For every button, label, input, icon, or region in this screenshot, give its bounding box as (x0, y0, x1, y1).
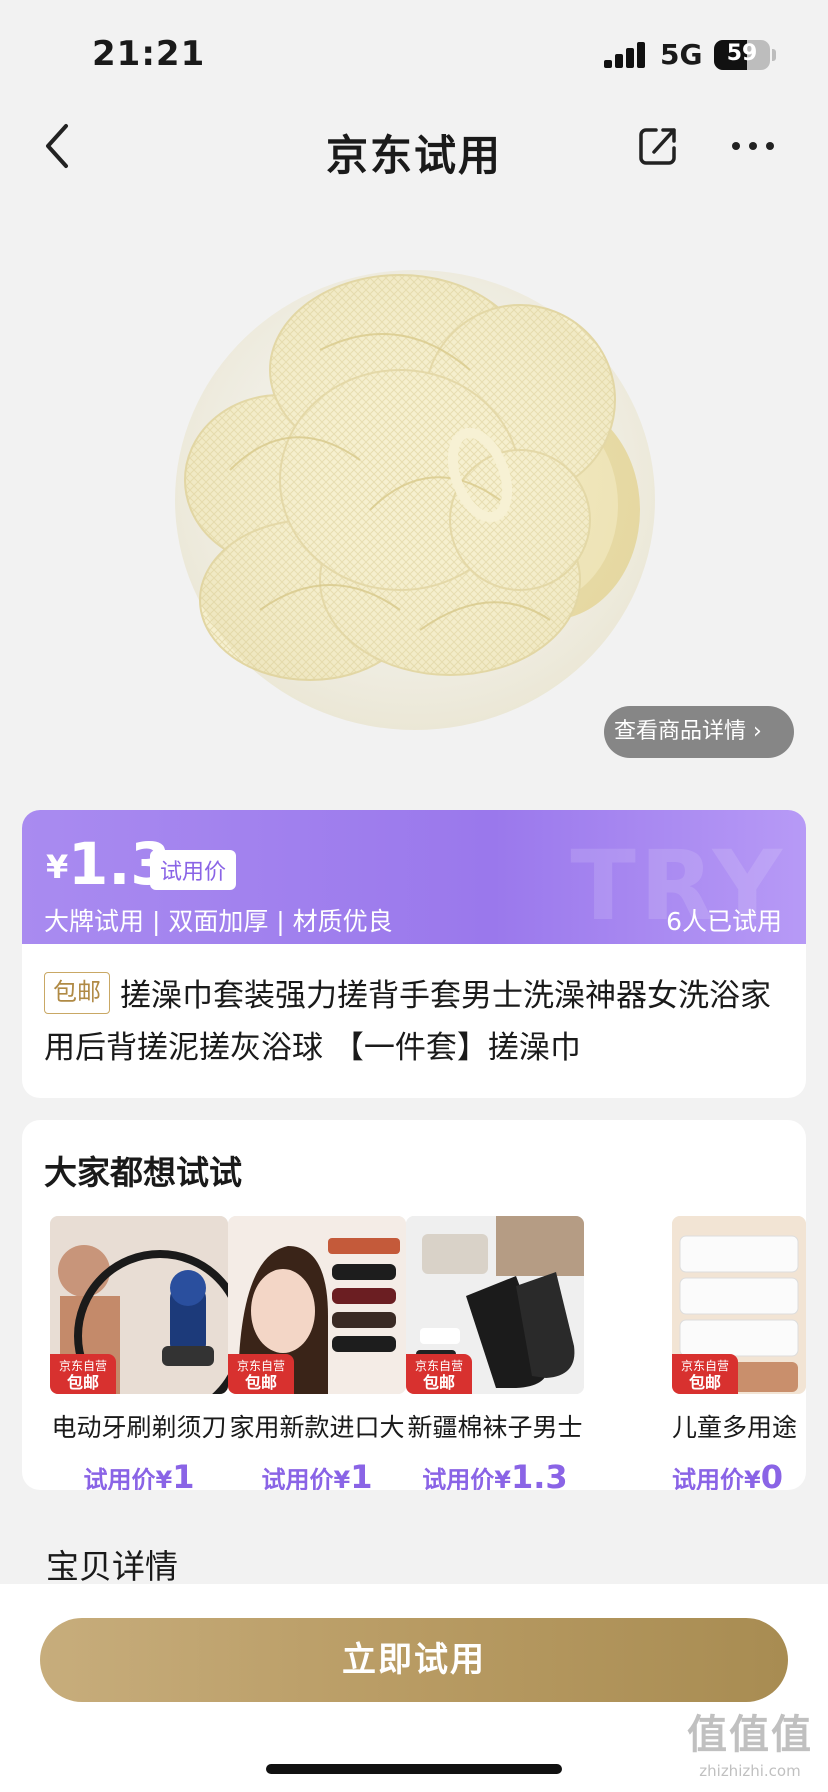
site-watermark-logo: 值值值 (687, 1712, 813, 1758)
tried-count: 6人已试用 (666, 907, 782, 936)
recommend-item-price: 试用价¥0 (672, 1458, 783, 1490)
more-icon[interactable] (728, 124, 778, 168)
status-time: 21:21 (92, 34, 206, 74)
recommend-item[interactable]: 京东自营 包邮 家用新款进口大 试用价¥1 (228, 1216, 406, 1490)
nav-bar: 京东试用 (0, 104, 828, 188)
price-header: TRY ¥ 1.3 试用价 大牌试用 | 双面加厚 | 材质优良 6人已试用 (22, 810, 806, 944)
recommend-item-name: 新疆棉袜子男士 (407, 1413, 583, 1442)
status-bar: 21:21 5G 59 (0, 0, 828, 100)
signal-icon (604, 42, 646, 68)
recommend-list: 京东自营 包邮 电动牙刷剃须刀 试用价¥1 京东自营 包邮 家用新款进口大 试用… (22, 1196, 806, 1490)
network-label: 5G (660, 38, 703, 71)
home-indicator (266, 1764, 562, 1774)
cotton-swab-image: 京东自营 包邮 (672, 1216, 806, 1394)
recommend-item-name: 儿童多用途 (672, 1413, 798, 1442)
bath-pouf-image (175, 270, 655, 730)
trial-price-tag: 试用价 (150, 850, 237, 890)
details-title: 宝贝详情 (46, 1547, 178, 1586)
badge: 京东自营 包邮 (672, 1354, 738, 1394)
free-shipping-badge: 包邮 (44, 972, 110, 1014)
recommend-item-name: 家用新款进口大 (229, 1413, 405, 1442)
recommend-item-price: 试用价¥1 (83, 1458, 195, 1490)
view-detail-button[interactable]: 查看商品详情 › (604, 706, 794, 758)
battery-icon: 59 (714, 40, 770, 70)
recommend-item-name: 电动牙刷剃须刀 (51, 1413, 227, 1442)
recommend-section: 大家都想试试 京东自营 包邮 电动牙刷剃须刀 试用价¥1 京东自营 包邮 家用新… (22, 1120, 806, 1490)
bottom-bar: 立即试用 值值值 zhizhizhi.com (0, 1584, 828, 1792)
product-title-row: 包邮 搓澡巾套装强力搓背手套男士洗澡神器女洗浴家用后背搓泥搓灰浴球 【一件套】搓澡… (22, 944, 806, 1074)
shaver-image: 京东自营 包邮 (50, 1216, 228, 1394)
battery-tip (772, 49, 776, 61)
battery-level: 59 (726, 41, 758, 66)
recommend-item[interactable]: 京东自营 包邮 儿童多用途 试用价¥0 (672, 1216, 806, 1490)
badge: 京东自营 包邮 (228, 1354, 294, 1394)
feature-list: 大牌试用 | 双面加厚 | 材质优良 (44, 907, 393, 936)
site-watermark-url: zhizhizhi.com (699, 1762, 801, 1780)
price-card: TRY ¥ 1.3 试用价 大牌试用 | 双面加厚 | 材质优良 6人已试用 包… (22, 810, 806, 1098)
hair-clip-image: 京东自营 包邮 (228, 1216, 406, 1394)
socks-image: 京东自营 包邮 (406, 1216, 584, 1394)
badge: 京东自营 包邮 (50, 1354, 116, 1394)
recommend-title: 大家都想试试 (44, 1153, 242, 1192)
product-title: 搓澡巾套装强力搓背手套男士洗澡神器女洗浴家用后背搓泥搓灰浴球 【一件套】搓澡巾 (44, 978, 771, 1066)
site-watermark: 值值值 zhizhizhi.com (676, 1702, 824, 1780)
page-title: 京东试用 (325, 131, 502, 180)
recommend-item[interactable]: 京东自营 包邮 电动牙刷剃须刀 试用价¥1 (50, 1216, 228, 1490)
recommend-item-price: 试用价¥1 (261, 1458, 373, 1490)
badge: 京东自营 包邮 (406, 1354, 472, 1394)
recommend-item-price: 试用价¥1.3 (422, 1458, 568, 1490)
try-now-button[interactable]: 立即试用 (40, 1618, 788, 1702)
currency-symbol: ¥ (46, 848, 69, 886)
recommend-item[interactable]: 京东自营 包邮 新疆棉袜子男士 试用价¥1.3 (406, 1216, 584, 1490)
share-icon[interactable] (636, 124, 680, 168)
